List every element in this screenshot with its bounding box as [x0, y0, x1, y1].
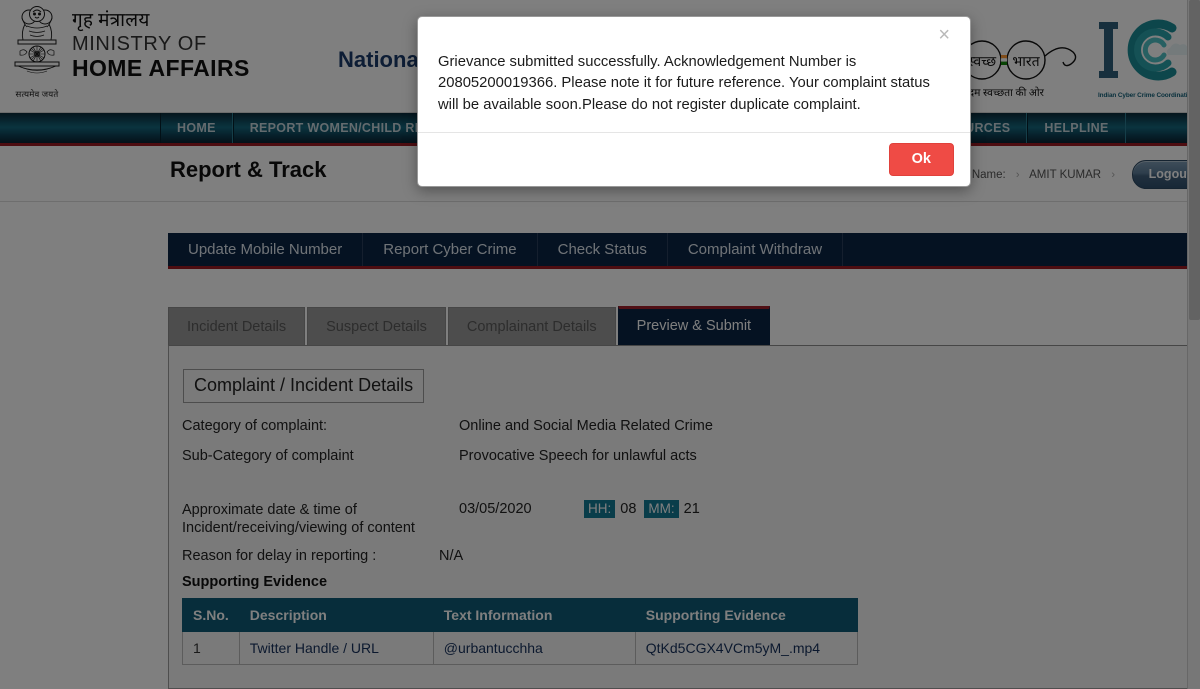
modal-header: ×	[418, 17, 970, 52]
success-modal: × Grievance submitted successfully. Ackn…	[417, 16, 971, 187]
close-icon[interactable]: ×	[932, 24, 956, 46]
modal-message: Grievance submitted successfully. Acknow…	[418, 52, 970, 134]
page-root: सत्यमेव जयते गृह मंत्रालय MINISTRY OF HO…	[0, 0, 1200, 689]
ok-button[interactable]: Ok	[888, 143, 954, 177]
modal-footer: Ok	[418, 133, 970, 189]
